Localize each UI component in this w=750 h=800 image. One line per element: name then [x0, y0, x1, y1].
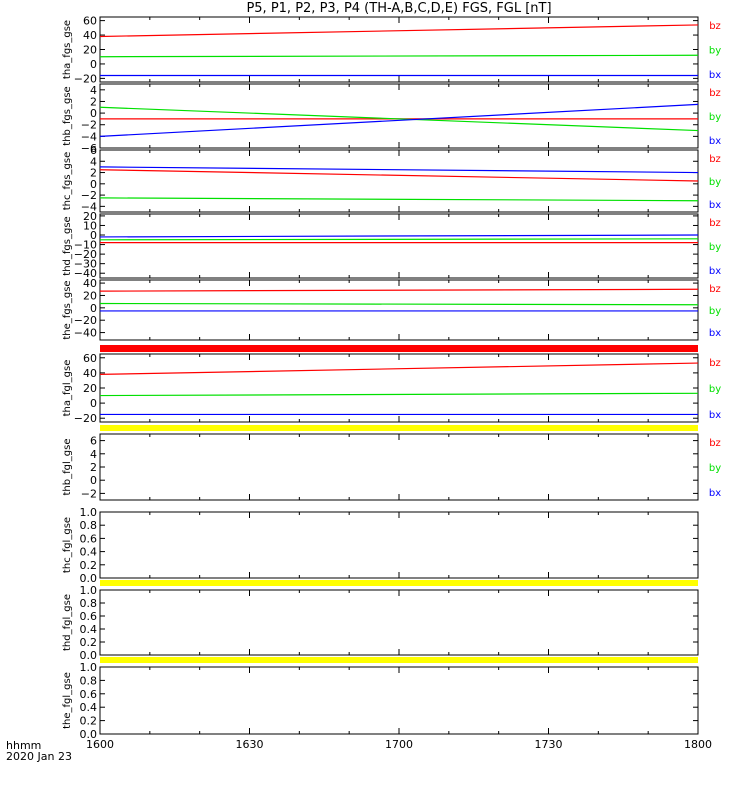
legend-bz: bz — [709, 358, 721, 369]
y-tick-label: 40 — [83, 277, 97, 290]
date-label: 2020 Jan 23 — [6, 750, 72, 763]
y-tick-label: 1.0 — [80, 584, 98, 597]
legend-by: by — [709, 242, 721, 253]
y-tick-label: 2 — [90, 461, 97, 474]
red-separator-bar — [100, 345, 698, 352]
legend-bx: bx — [709, 266, 721, 277]
y-axis-label: thd_fgl_gse — [62, 594, 73, 651]
y-tick-label: 0.8 — [80, 519, 98, 532]
y-axis-label: thb_fgl_gse — [62, 439, 73, 496]
legend-by: by — [709, 306, 721, 317]
y-tick-label: 0 — [90, 58, 97, 71]
legend-bz: bz — [709, 154, 721, 165]
x-tick-label: 1600 — [86, 738, 114, 751]
legend-bx: bx — [709, 136, 721, 147]
y-tick-label: 6 — [90, 435, 97, 448]
y-axis-label: tha_fgs_gse — [62, 20, 73, 79]
y-tick-label: 0.8 — [80, 674, 98, 687]
y-tick-label: 20 — [83, 44, 97, 57]
panel-frame — [99, 213, 699, 279]
y-tick-label: 0 — [90, 302, 97, 315]
series-bz-line — [99, 24, 699, 38]
legend-bz: bz — [709, 438, 721, 449]
legend-by: by — [709, 463, 721, 474]
yellow-separator-bar — [100, 580, 698, 586]
y-tick-label: 20 — [83, 382, 97, 395]
y-axis-label: the_fgl_gse — [62, 672, 73, 729]
y-axis-label: thb_fgs_gse — [62, 86, 73, 145]
y-tick-label: 0.2 — [80, 636, 98, 649]
x-tick-label: 1700 — [385, 738, 413, 751]
y-tick-label: 40 — [83, 367, 97, 380]
x-tick-label: 1800 — [684, 738, 712, 751]
series-by-line — [99, 197, 699, 202]
legend-by: by — [709, 384, 721, 395]
panel-frame — [99, 433, 699, 501]
y-axis-label: thd_fgs_gse — [62, 216, 73, 275]
y-tick-label: 0.8 — [80, 597, 98, 610]
legend-by: by — [709, 46, 721, 57]
yellow-separator-bar — [100, 425, 698, 431]
y-tick-label: 0.6 — [80, 532, 98, 545]
y-tick-label: 0.6 — [80, 688, 98, 701]
legend-bz: bz — [709, 21, 721, 32]
y-tick-label: −2 — [81, 487, 97, 500]
legend-bz: bz — [709, 284, 721, 295]
panel-frame — [99, 511, 699, 579]
series-bz-line — [99, 288, 699, 292]
legend-bx: bx — [709, 70, 721, 81]
y-axis-label: tha_fgl_gse — [62, 360, 73, 417]
y-tick-label: 20 — [83, 289, 97, 302]
y-tick-label: 0.4 — [80, 546, 98, 559]
x-tick-label: 1630 — [236, 738, 264, 751]
y-tick-label: 0.6 — [80, 610, 98, 623]
y-axis-label: thc_fgl_gse — [62, 517, 73, 573]
fgm-stack-plot: 6040200−20tha_fgs_gse bzbybx420−2−4−6thb_… — [62, 15, 721, 751]
legend-bx: bx — [709, 488, 721, 499]
y-tick-label: 1.0 — [80, 661, 98, 674]
legend-bx: bx — [709, 328, 721, 339]
x-tick-label: 1730 — [535, 738, 563, 751]
legend-by: by — [709, 112, 721, 123]
y-tick-label: 60 — [83, 15, 97, 28]
y-tick-label: 0 — [90, 474, 97, 487]
series-by-line — [99, 54, 699, 58]
panel-frame — [99, 589, 699, 656]
yellow-separator-bar — [100, 657, 698, 663]
y-tick-label: 60 — [83, 352, 97, 365]
y-axis-label: thc_fgs_gse — [62, 152, 73, 211]
y-tick-label: 0.4 — [80, 623, 98, 636]
legend-bz: bz — [709, 88, 721, 99]
series-bx-line — [99, 103, 699, 137]
y-tick-label: 0.2 — [80, 559, 98, 572]
y-tick-label: 1.0 — [80, 506, 98, 519]
series-by-line — [99, 238, 699, 241]
series-bx-line — [99, 234, 699, 238]
y-tick-label: 40 — [83, 29, 97, 42]
y-tick-label: −20 — [74, 314, 97, 327]
series-by-line — [99, 302, 699, 306]
panel-frame — [99, 149, 699, 213]
legend-bx: bx — [709, 410, 721, 421]
y-tick-label: 0 — [90, 397, 97, 410]
y-tick-label: 4 — [90, 448, 97, 461]
y-tick-label: 0.4 — [80, 701, 98, 714]
panel-frame — [99, 666, 699, 735]
y-tick-label: −20 — [74, 412, 97, 425]
y-tick-label: 0.2 — [80, 715, 98, 728]
legend-bx: bx — [709, 200, 721, 211]
panel-frame — [99, 83, 699, 149]
y-tick-label: −40 — [74, 327, 97, 340]
series-bz-line — [99, 362, 699, 375]
series-by-line — [99, 392, 699, 397]
y-axis-label: the_fgs_gse — [62, 280, 73, 339]
legend-bz: bz — [709, 218, 721, 229]
legend-by: by — [709, 177, 721, 188]
